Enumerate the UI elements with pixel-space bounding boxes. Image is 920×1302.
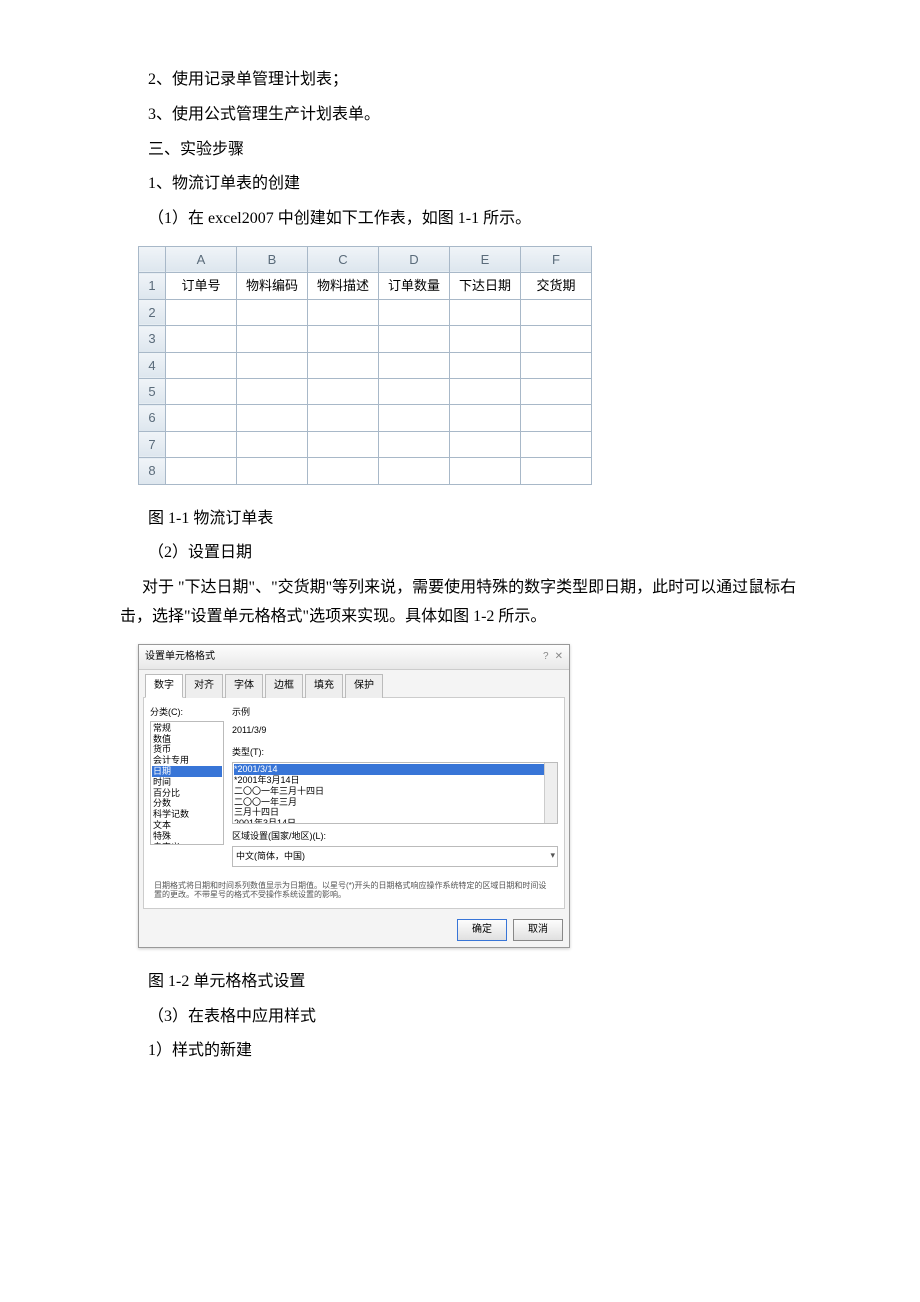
list-item[interactable]: 特殊 — [152, 831, 222, 842]
col-head-d: D — [379, 246, 450, 272]
tab-align[interactable]: 对齐 — [185, 674, 223, 698]
list-item[interactable]: 分数 — [152, 798, 222, 809]
col-head-b: B — [237, 246, 308, 272]
list-item[interactable]: 科学记数 — [152, 809, 222, 820]
list-item[interactable]: 货币 — [152, 744, 222, 755]
tab-font[interactable]: 字体 — [225, 674, 263, 698]
list-item[interactable]: 时间 — [152, 777, 222, 788]
list-item[interactable]: 二〇〇一年三月 — [234, 797, 556, 808]
list-item-selected[interactable]: 日期 — [152, 766, 222, 777]
header-cell: 下达日期 — [450, 273, 521, 299]
sample-label: 示例 — [232, 704, 558, 720]
list-item[interactable]: *2001年3月14日 — [234, 775, 556, 786]
step-1-heading: 1、物流订单表的创建 — [120, 170, 800, 199]
section-heading-steps: 三、实验步骤 — [120, 136, 800, 165]
cancel-button[interactable]: 取消 — [513, 919, 563, 941]
header-cell: 订单数量 — [379, 273, 450, 299]
category-pane: 分类(C): 常规 数值 货币 会计专用 日期 时间 百分比 分数 科学记数 文… — [150, 704, 224, 867]
list-item[interactable]: 二〇〇一年三月十四日 — [234, 786, 556, 797]
paragraph-item-3: 3、使用公式管理生产计划表单。 — [120, 101, 800, 130]
list-item[interactable]: 数值 — [152, 734, 222, 745]
dialog-titlebar: 设置单元格格式 ? ✕ — [139, 645, 569, 670]
step-1-2: （2）设置日期 — [120, 539, 800, 568]
step-1-3-1: 1）样式的新建 — [120, 1037, 800, 1066]
col-head-c: C — [308, 246, 379, 272]
row-head: 1 — [139, 273, 166, 299]
step-1-3: （3）在表格中应用样式 — [120, 1003, 800, 1032]
header-cell: 交货期 — [521, 273, 592, 299]
col-head-a: A — [166, 246, 237, 272]
step-1-1: （1）在 excel2007 中创建如下工作表，如图 1-1 所示。 — [120, 205, 800, 234]
dialog-note-text: 日期格式将日期和时间系列数值显示为日期值。以星号(*)开头的日期格式响应操作系统… — [150, 879, 558, 902]
header-cell: 物料描述 — [308, 273, 379, 299]
help-icon[interactable]: ? — [543, 648, 549, 666]
table-row: 1 订单号 物料编码 物料描述 订单数量 下达日期 交货期 — [139, 273, 592, 299]
table-row: 6 — [139, 405, 592, 431]
locale-label: 区域设置(国家/地区)(L): — [232, 828, 558, 844]
table-row: 5 — [139, 378, 592, 404]
category-list[interactable]: 常规 数值 货币 会计专用 日期 时间 百分比 分数 科学记数 文本 特殊 自定… — [150, 721, 224, 845]
list-item[interactable]: 百分比 — [152, 788, 222, 799]
type-label: 类型(T): — [232, 744, 558, 760]
col-head-e: E — [450, 246, 521, 272]
dialog-footer: 确定 取消 — [139, 913, 569, 947]
header-cell: 物料编码 — [237, 273, 308, 299]
excel-preview-table: A B C D E F 1 订单号 物料编码 物料描述 订单数量 下达日期 交货… — [138, 246, 592, 485]
paragraph-item-2: 2、使用记录单管理计划表； — [120, 66, 800, 95]
list-item[interactable]: 三月十四日 — [234, 807, 556, 818]
table-row: 7 — [139, 431, 592, 457]
right-pane: 示例 2011/3/9 类型(T): *2001/3/14 *2001年3月14… — [232, 704, 558, 867]
list-item[interactable]: 自定义 — [152, 842, 222, 845]
figure-caption-1-1: 图 1-1 物流订单表 — [120, 505, 800, 534]
ok-button[interactable]: 确定 — [457, 919, 507, 941]
dialog-title-text: 设置单元格格式 — [145, 648, 215, 666]
figure-caption-1-2: 图 1-2 单元格格式设置 — [120, 968, 800, 997]
type-list[interactable]: *2001/3/14 *2001年3月14日 二〇〇一年三月十四日 二〇〇一年三… — [232, 762, 558, 824]
table-row: 2 — [139, 299, 592, 325]
list-item[interactable]: 会计专用 — [152, 755, 222, 766]
col-head-f: F — [521, 246, 592, 272]
table-row: 3 — [139, 326, 592, 352]
tab-protect[interactable]: 保护 — [345, 674, 383, 698]
table-row: 8 — [139, 458, 592, 484]
list-item[interactable]: 常规 — [152, 723, 222, 734]
header-cell: 订单号 — [166, 273, 237, 299]
tab-border[interactable]: 边框 — [265, 674, 303, 698]
tab-number[interactable]: 数字 — [145, 674, 183, 698]
list-item[interactable]: 文本 — [152, 820, 222, 831]
excel-corner — [139, 246, 166, 272]
list-item-selected[interactable]: *2001/3/14 — [234, 764, 556, 775]
scrollbar[interactable] — [544, 763, 557, 823]
table-row: 4 — [139, 352, 592, 378]
close-icon[interactable]: ✕ — [555, 648, 563, 666]
sample-value: 2011/3/9 — [232, 722, 558, 738]
dialog-tabs: 数字 对齐 字体 边框 填充 保护 — [139, 670, 569, 698]
list-item[interactable]: 2001年3月14日 — [234, 818, 556, 824]
locale-select[interactable]: 中文(简体，中国) — [232, 846, 558, 866]
category-label: 分类(C): — [150, 704, 224, 720]
tab-fill[interactable]: 填充 — [305, 674, 343, 698]
format-cells-dialog: 设置单元格格式 ? ✕ 数字 对齐 字体 边框 填充 保护 分类(C): 常规 … — [138, 644, 570, 948]
step-1-2-desc: 对于 "下达日期"、"交货期"等列来说，需要使用特殊的数字类型即日期，此时可以通… — [120, 574, 800, 632]
